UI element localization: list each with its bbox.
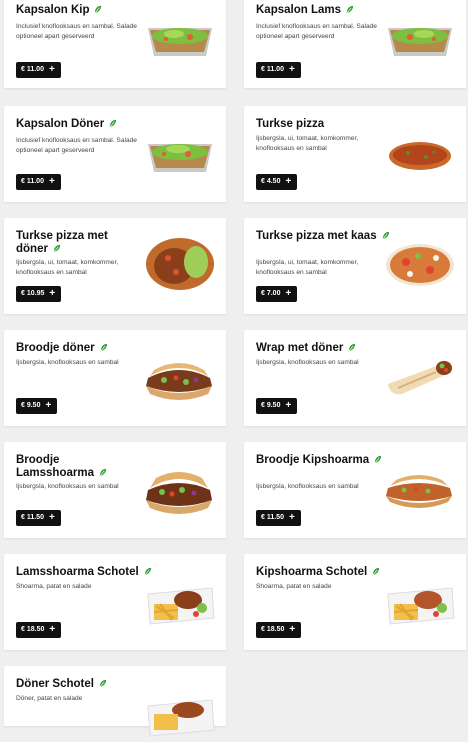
menu-item-title: Kapsalon Kip	[16, 4, 138, 17]
turkse-pizza-doner-image	[144, 236, 216, 290]
plus-icon: +	[288, 64, 295, 75]
menu-item-card[interactable]: Turkse pizza Ijsbergsla, ui, tomaat, kom…	[244, 106, 466, 202]
menu-item-description: Ijsbergsla, knoflooksaus en sambal	[256, 483, 359, 490]
add-to-cart-button[interactable]: € 11.00 +	[16, 174, 61, 190]
menu-item-card[interactable]: Kapsalon Kip Inclusief knoflooksaus en s…	[4, 0, 226, 88]
add-to-cart-button[interactable]: € 18.50 +	[16, 622, 62, 638]
price-label: € 18.50	[261, 626, 285, 633]
vegetarian-leaf-icon	[98, 679, 107, 688]
menu-item-card[interactable]: Turkse pizza met döner Ijsbergsla, ui, t…	[4, 218, 226, 314]
plus-icon: +	[49, 288, 56, 299]
menu-item-title: Broodje Lamsshoarma	[16, 454, 116, 480]
menu-item-card[interactable]: Broodje Kipshoarma Ijsbergsla, knoflooks…	[244, 442, 466, 538]
price-label: € 11.00	[21, 66, 44, 73]
kapsalon-image	[144, 130, 216, 178]
add-to-cart-button[interactable]: € 7.00 +	[256, 286, 298, 302]
plus-icon: +	[45, 400, 52, 411]
menu-item-description: Ijsbergsla, ui, tomaat, komkommer, knofl…	[256, 135, 359, 152]
menu-item-card[interactable]: Döner Schotel Döner, patat en salade	[4, 666, 226, 737]
plus-icon: +	[48, 176, 55, 187]
turkse-pizza-kaas-image	[384, 240, 456, 288]
broodje-doner-image	[142, 356, 214, 404]
plus-icon: +	[285, 400, 292, 411]
menu-item-card[interactable]: Turkse pizza met kaas Ijsbergsla, ui, to…	[244, 218, 466, 314]
menu-item-description: Inclusief knoflooksaus en sambal. Salade…	[16, 23, 137, 40]
price-label: € 11.50	[261, 514, 284, 521]
menu-item-card[interactable]: Broodje döner Ijsbergsla, knoflooksaus e…	[4, 330, 226, 426]
vegetarian-leaf-icon	[381, 231, 390, 240]
plus-icon: +	[289, 624, 296, 635]
broodje-lamsshoarma-image	[142, 466, 214, 514]
add-to-cart-button[interactable]: € 10.95 +	[16, 286, 62, 302]
add-to-cart-button[interactable]: € 11.00 +	[16, 62, 61, 78]
menu-item-description: Inclusief knoflooksaus en sambal. Salade…	[256, 23, 377, 40]
menu-item-card[interactable]: Lamsshoarma Schotel Shoarma, patat en sa…	[4, 554, 226, 650]
menu-item-card[interactable]: Kapsalon Lams Inclusief knoflooksaus en …	[244, 0, 466, 88]
add-to-cart-button[interactable]: € 11.50 +	[16, 510, 61, 526]
menu-item-title: Turkse pizza met döner	[16, 230, 108, 255]
kapsalon-image	[144, 14, 216, 62]
menu-item-card[interactable]: Kipshoarma Schotel Shoarma, patat en sal…	[244, 554, 466, 650]
vegetarian-leaf-icon	[93, 5, 102, 14]
vegetarian-leaf-icon	[347, 343, 356, 352]
plus-icon: +	[49, 624, 56, 635]
lamsshoarma-schotel-image	[144, 574, 216, 625]
menu-item-title: Broodje döner	[16, 342, 138, 355]
plus-icon: +	[48, 512, 55, 523]
add-to-cart-button[interactable]: € 9.50 +	[256, 398, 298, 414]
menu-item-description: Shoarma, patat en salade	[256, 583, 332, 590]
add-to-cart-button[interactable]: € 18.50 +	[256, 622, 302, 638]
price-label: € 11.00	[261, 66, 284, 73]
menu-item-description: Ijsbergsla, ui, tomaat, komkommer, knofl…	[256, 259, 359, 276]
plus-icon: +	[48, 64, 55, 75]
price-label: € 11.50	[21, 514, 44, 521]
menu-item-title: Döner Schotel	[16, 678, 138, 691]
menu-item-description: Ijsbergsla, knoflooksaus en sambal	[256, 359, 359, 366]
kapsalon-image	[384, 14, 456, 62]
price-label: € 7.00	[261, 290, 281, 297]
menu-item-description: Shoarma, patat en salade	[16, 583, 92, 590]
add-to-cart-button[interactable]: € 11.00 +	[256, 62, 301, 78]
vegetarian-leaf-icon	[52, 244, 61, 253]
vegetarian-leaf-icon	[345, 5, 354, 14]
menu-item-title: Kapsalon Lams	[256, 4, 378, 17]
menu-item-title: Broodje Kipshoarma	[256, 454, 406, 467]
menu-item-title: Turkse pizza	[256, 118, 325, 130]
price-label: € 4.50	[261, 178, 281, 185]
add-to-cart-button[interactable]: € 9.50 +	[16, 398, 58, 414]
menu-item-description: Ijsbergsla, knoflooksaus en sambal	[16, 483, 119, 490]
price-label: € 18.50	[21, 626, 45, 633]
menu-item-description: Ijsbergsla, ui, tomaat, komkommer, knofl…	[16, 259, 119, 276]
add-to-cart-button[interactable]: € 4.50 +	[256, 174, 298, 190]
price-label: € 10.95	[21, 290, 45, 297]
menu-item-card[interactable]: Kapsalon Döner Inclusief knoflooksaus en…	[4, 106, 226, 202]
menu-item-description: Inclusief knoflooksaus en sambal. Salade…	[16, 137, 137, 154]
menu-item-card[interactable]: Wrap met döner Ijsbergsla, knoflooksaus …	[244, 330, 466, 426]
kipshoarma-schotel-image	[384, 574, 456, 625]
doner-schotel-image	[144, 686, 216, 737]
price-label: € 9.50	[261, 402, 281, 409]
turkse-pizza-image	[384, 136, 456, 184]
plus-icon: +	[285, 176, 292, 187]
vegetarian-leaf-icon	[98, 468, 107, 477]
menu-item-description: Döner, patat en salade	[16, 695, 83, 702]
vegetarian-leaf-icon	[99, 343, 108, 352]
price-label: € 9.50	[21, 402, 41, 409]
wrap-doner-image	[382, 354, 454, 402]
vegetarian-leaf-icon	[371, 567, 380, 576]
add-to-cart-button[interactable]: € 11.50 +	[256, 510, 301, 526]
broodje-kipshoarma-image	[382, 470, 454, 518]
menu-item-description: Ijsbergsla, knoflooksaus en sambal	[16, 359, 119, 366]
menu-item-title: Wrap met döner	[256, 342, 378, 355]
plus-icon: +	[285, 288, 292, 299]
vegetarian-leaf-icon	[373, 455, 382, 464]
vegetarian-leaf-icon	[108, 119, 117, 128]
menu-item-card[interactable]: Broodje Lamsshoarma Ijsbergsla, knoflook…	[4, 442, 226, 538]
menu-item-title: Kapsalon Döner	[16, 118, 138, 131]
price-label: € 11.00	[21, 178, 44, 185]
plus-icon: +	[288, 512, 295, 523]
